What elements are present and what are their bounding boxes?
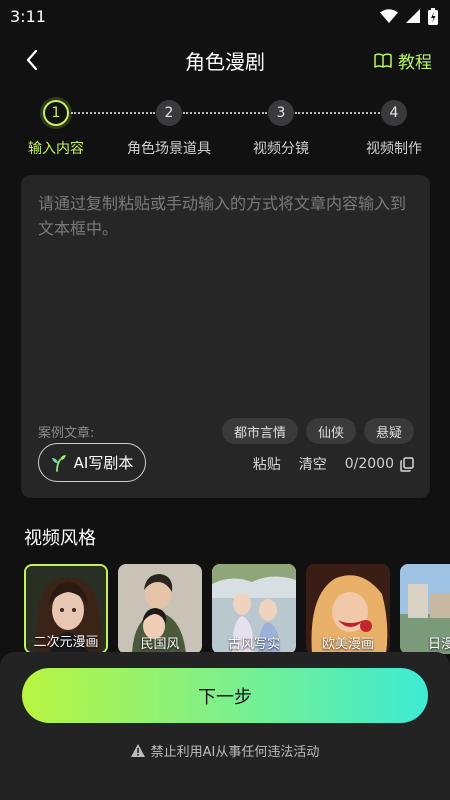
progress-stepper: 1 2 3 4 输入内容 角色场景道具 视频分镜 视频制作: [0, 96, 450, 166]
video-style-list[interactable]: 二次元漫画 民国风 古风写实 欧美漫画 日漫: [24, 564, 450, 654]
step-2-indicator: 2: [156, 100, 182, 126]
step-2-label: 角色场景道具: [127, 141, 211, 157]
style-name: 二次元漫画: [33, 635, 99, 650]
battery-icon: [428, 7, 438, 25]
warning-icon: [130, 744, 145, 757]
sprout-icon: [51, 454, 66, 472]
legal-warning: 禁止利用AI从事任何违法活动: [0, 741, 450, 760]
tutorial-label: 教程: [398, 53, 432, 73]
app-header: 角色漫剧 教程: [0, 36, 450, 84]
legal-warning-text: 禁止利用AI从事任何违法活动: [150, 745, 320, 760]
clear-button[interactable]: 清空: [299, 454, 327, 474]
wifi-icon: [380, 9, 398, 23]
status-bar: 3:11: [0, 0, 450, 32]
char-count: 0/2000: [344, 456, 394, 472]
style-name: 民国风: [140, 637, 180, 652]
paste-button[interactable]: 粘贴: [253, 454, 281, 474]
next-step-button[interactable]: 下一步: [22, 668, 428, 723]
step-connector: [295, 112, 380, 114]
ai-script-label: AI写剧本: [73, 454, 134, 472]
step-1-indicator: 1: [43, 100, 69, 126]
tutorial-button[interactable]: 教程: [374, 48, 432, 73]
step-1-label: 输入内容: [28, 141, 84, 157]
style-name: 欧美漫画: [321, 637, 374, 652]
signal-icon: [406, 9, 420, 23]
style-name: 日漫: [428, 637, 450, 652]
style-name: 古风写实: [227, 637, 280, 652]
example-tags: 都市言情 仙侠 悬疑: [221, 418, 414, 444]
tag-mystery[interactable]: 悬疑: [363, 418, 414, 444]
style-card-ancient[interactable]: 古风写实: [212, 564, 296, 654]
example-articles-label: 案例文章:: [38, 426, 95, 441]
status-icons: [380, 7, 438, 25]
step-3-indicator: 3: [268, 100, 294, 126]
editor-actions: 粘贴 清空 0/2000: [253, 454, 414, 474]
article-text-area[interactable]: 请通过复制粘贴或手动输入的方式将文章内容输入到文本框中。 案例文章: 都市言情 …: [21, 175, 430, 498]
style-card-japanese[interactable]: 日漫: [400, 564, 450, 654]
status-time: 3:11: [10, 6, 46, 26]
step-connector: [183, 112, 267, 114]
bottom-panel: 下一步 禁止利用AI从事任何违法活动: [0, 652, 450, 800]
copy-icon[interactable]: [400, 456, 414, 472]
step-4-indicator: 4: [381, 100, 407, 126]
char-counter: 0/2000: [345, 456, 414, 472]
style-card-western[interactable]: 欧美漫画: [306, 564, 390, 654]
text-area-placeholder: 请通过复制粘贴或手动输入的方式将文章内容输入到文本框中。: [38, 194, 407, 238]
ai-script-button[interactable]: AI写剧本: [38, 443, 146, 482]
step-3-label: 视频分镜: [253, 141, 309, 157]
tag-xianxia[interactable]: 仙侠: [305, 418, 356, 444]
tag-urban-romance[interactable]: 都市言情: [221, 418, 298, 444]
style-card-republic[interactable]: 民国风: [118, 564, 202, 654]
style-card-anime[interactable]: 二次元漫画: [24, 564, 108, 654]
book-icon: [374, 52, 392, 68]
step-connector: [71, 112, 155, 114]
video-style-title: 视频风格: [24, 528, 96, 549]
step-4-label: 视频制作: [366, 141, 422, 157]
